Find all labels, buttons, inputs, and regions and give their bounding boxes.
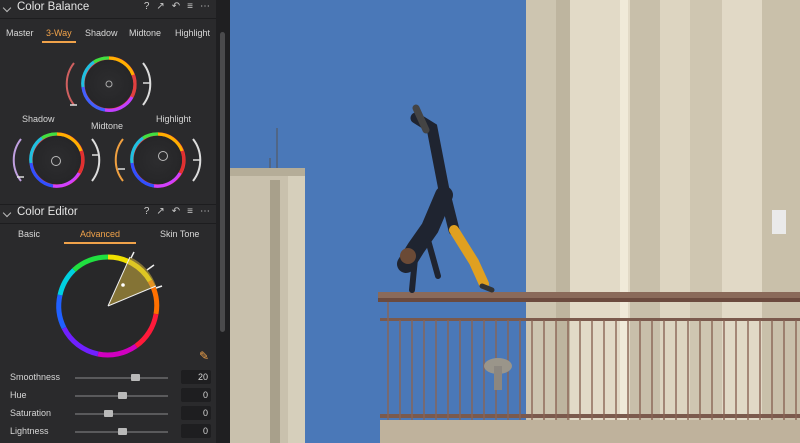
saturation-label: Saturation bbox=[10, 408, 52, 418]
menu-icon[interactable]: ≡ bbox=[187, 1, 193, 12]
smoothness-value[interactable]: 20 bbox=[181, 370, 211, 384]
hue-value[interactable]: 0 bbox=[181, 388, 211, 402]
smoothness-track[interactable] bbox=[75, 374, 168, 381]
color-editor-title: Color Editor bbox=[17, 206, 78, 218]
scrollbar-thumb[interactable] bbox=[220, 32, 225, 332]
color-editor-header-icons: ? ↗ ↶ ≡ ⋯ bbox=[144, 206, 210, 217]
saturation-value[interactable]: 0 bbox=[181, 406, 211, 420]
slider-saturation: Saturation 0 bbox=[0, 406, 216, 422]
left-building bbox=[230, 128, 305, 443]
more-icon[interactable]: ⋯ bbox=[200, 206, 210, 217]
right-building bbox=[526, 0, 800, 443]
hue-selection-point[interactable] bbox=[121, 283, 125, 287]
lightness-label: Lightness bbox=[10, 426, 49, 436]
tab-shadow[interactable]: Shadow bbox=[85, 28, 118, 38]
expand-icon[interactable]: ↗ bbox=[156, 206, 164, 217]
photo-image bbox=[230, 0, 800, 443]
tab-master[interactable]: Master bbox=[6, 28, 34, 38]
midtone-label: Midtone bbox=[91, 121, 124, 131]
tab-midtone[interactable]: Midtone bbox=[129, 28, 161, 38]
tab-skin-tone[interactable]: Skin Tone bbox=[160, 229, 199, 239]
tab-3-way[interactable]: 3-Way bbox=[46, 28, 72, 38]
expand-icon[interactable]: ↗ bbox=[156, 1, 164, 12]
tab-basic[interactable]: Basic bbox=[18, 229, 40, 239]
help-icon[interactable]: ? bbox=[144, 206, 150, 217]
smoothness-label: Smoothness bbox=[10, 372, 61, 382]
color-editor-tabs: Basic Advanced Skin Tone bbox=[0, 226, 216, 244]
reset-icon[interactable]: ↶ bbox=[172, 1, 180, 12]
panel-scrollbar[interactable] bbox=[216, 0, 230, 443]
reset-icon[interactable]: ↶ bbox=[172, 206, 180, 217]
active-tab-underline bbox=[64, 242, 136, 244]
active-tab-underline bbox=[42, 41, 76, 43]
help-icon[interactable]: ? bbox=[144, 1, 150, 12]
tab-highlight[interactable]: Highlight bbox=[175, 28, 210, 38]
hue-label: Hue bbox=[10, 390, 27, 400]
lightness-value[interactable]: 0 bbox=[181, 424, 211, 438]
highlight-label: Highlight bbox=[156, 114, 192, 124]
chevron-down-icon[interactable] bbox=[2, 208, 12, 218]
slider-hue: Hue 0 bbox=[0, 388, 216, 404]
smoothness-knob[interactable] bbox=[131, 374, 141, 381]
lightness-knob[interactable] bbox=[117, 428, 127, 435]
color-balance-title: Color Balance bbox=[17, 1, 90, 13]
shadow-wheel[interactable] bbox=[12, 132, 101, 188]
color-balance-header[interactable]: Color Balance ? ↗ ↶ ≡ ⋯ bbox=[0, 0, 216, 19]
hue-knob[interactable] bbox=[117, 392, 127, 399]
color-editor-header[interactable]: Color Editor ? ↗ ↶ ≡ ⋯ bbox=[0, 204, 216, 224]
master-wheel[interactable] bbox=[65, 56, 152, 112]
hue-track[interactable] bbox=[75, 392, 168, 399]
saturation-track[interactable] bbox=[75, 410, 168, 417]
highlight-wheel[interactable] bbox=[114, 132, 202, 188]
color-balance-header-icons: ? ↗ ↶ ≡ ⋯ bbox=[144, 1, 210, 12]
saturation-knob[interactable] bbox=[103, 410, 113, 417]
slider-lightness: Lightness 0 bbox=[0, 424, 216, 440]
more-icon[interactable]: ⋯ bbox=[200, 1, 210, 12]
menu-icon[interactable]: ≡ bbox=[187, 206, 193, 217]
chevron-down-icon[interactable] bbox=[2, 3, 12, 13]
tab-advanced[interactable]: Advanced bbox=[80, 229, 120, 239]
tool-panel: Color Balance ? ↗ ↶ ≡ ⋯ Master 3-Way Sha… bbox=[0, 0, 216, 443]
slider-smoothness: Smoothness 20 bbox=[0, 370, 216, 386]
color-picker-icon[interactable]: ✎ bbox=[199, 349, 209, 363]
photo-viewer[interactable] bbox=[230, 0, 800, 443]
lightness-track[interactable] bbox=[75, 428, 168, 435]
shadow-label: Shadow bbox=[22, 114, 55, 124]
color-editor-wheel[interactable] bbox=[52, 250, 164, 362]
color-balance-tabs: Master 3-Way Shadow Midtone Highlight bbox=[0, 25, 216, 43]
